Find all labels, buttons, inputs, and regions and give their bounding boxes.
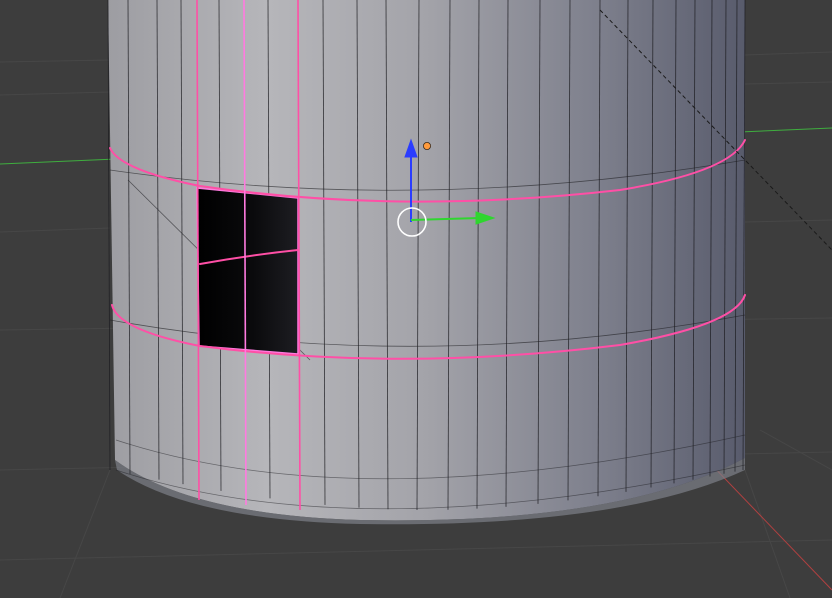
- viewport-scene[interactable]: [0, 0, 832, 598]
- object-origin-icon[interactable]: [422, 141, 431, 150]
- grid-line: [0, 59, 111, 63]
- grid-line: [759, 429, 832, 471]
- 3d-viewport[interactable]: [0, 0, 832, 598]
- grid-line: [744, 51, 832, 56]
- grid-line: [0, 539, 832, 561]
- grid-line: [744, 81, 832, 85]
- grid-line: [59, 469, 111, 598]
- grid-line: [0, 227, 111, 233]
- deleted-face-hole[interactable]: [196, 187, 299, 355]
- grid-line: [0, 91, 111, 96]
- grid-line: [744, 469, 791, 598]
- grid-line: [744, 219, 832, 223]
